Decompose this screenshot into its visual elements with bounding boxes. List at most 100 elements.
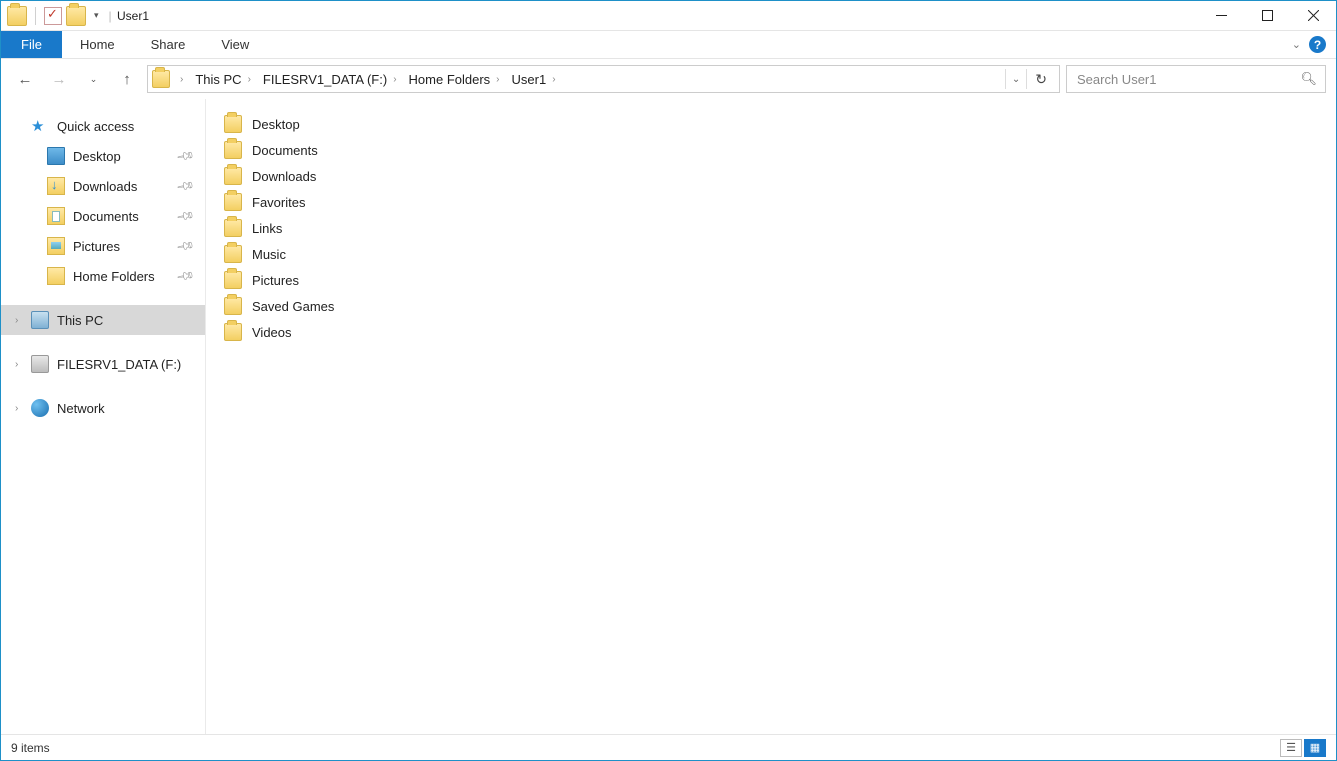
file-tab[interactable]: File	[1, 31, 62, 58]
file-name: Saved Games	[252, 299, 334, 314]
nav-label: Desktop	[73, 149, 121, 164]
desktop-icon	[47, 147, 65, 165]
expand-icon[interactable]: ›	[15, 359, 18, 370]
search-box[interactable]: 🔍︎	[1066, 65, 1326, 93]
address-history-dropdown[interactable]: ⌄	[1005, 69, 1026, 89]
list-item[interactable]: Documents	[224, 137, 1318, 163]
documents-icon	[47, 207, 65, 225]
folder-icon	[224, 245, 242, 263]
large-icons-view-button[interactable]: ▦	[1304, 739, 1326, 757]
nav-this-pc[interactable]: › This PC	[1, 305, 205, 335]
up-button[interactable]: ↑	[113, 65, 141, 93]
downloads-icon	[47, 177, 65, 195]
breadcrumb-root-sep[interactable]: ›	[172, 74, 191, 85]
back-button[interactable]: ←	[11, 65, 39, 93]
expand-icon[interactable]: ›	[15, 315, 18, 326]
pc-icon	[31, 311, 49, 329]
nav-label: Downloads	[73, 179, 137, 194]
tab-share[interactable]: Share	[133, 31, 204, 58]
list-item[interactable]: Saved Games	[224, 293, 1318, 319]
folder-icon	[224, 271, 242, 289]
folder-icon	[224, 167, 242, 185]
pin-icon: 📌︎	[175, 236, 196, 256]
ribbon-tabs: File Home Share View ⌄ ?	[1, 31, 1336, 59]
file-name: Desktop	[252, 117, 300, 132]
navigation-pane[interactable]: ★ Quick access Desktop 📌︎ Downloads 📌︎ D…	[1, 99, 206, 734]
tab-home[interactable]: Home	[62, 31, 133, 58]
app-icon[interactable]	[7, 6, 27, 26]
nav-documents[interactable]: Documents 📌︎	[1, 201, 205, 231]
folder-icon	[224, 323, 242, 341]
list-item[interactable]: Videos	[224, 319, 1318, 345]
file-name: Music	[252, 247, 286, 262]
maximize-button[interactable]	[1244, 1, 1290, 31]
view-buttons: ☰ ▦	[1280, 739, 1326, 757]
list-item[interactable]: Desktop	[224, 111, 1318, 137]
expand-icon[interactable]: ›	[15, 403, 18, 414]
list-item[interactable]: Favorites	[224, 189, 1318, 215]
properties-icon[interactable]	[44, 7, 62, 25]
search-input[interactable]	[1075, 71, 1300, 88]
item-count: 9 items	[11, 741, 50, 755]
refresh-button[interactable]: ↻	[1026, 69, 1055, 89]
folder-icon	[224, 193, 242, 211]
nav-home-folders[interactable]: Home Folders 📌︎	[1, 261, 205, 291]
nav-pictures[interactable]: Pictures 📌︎	[1, 231, 205, 261]
nav-downloads[interactable]: Downloads 📌︎	[1, 171, 205, 201]
list-item[interactable]: Links	[224, 215, 1318, 241]
breadcrumb-user1[interactable]: User1›	[510, 72, 564, 87]
nav-label: Pictures	[73, 239, 120, 254]
nav-network[interactable]: › Network	[1, 393, 205, 423]
nav-drive[interactable]: › FILESRV1_DATA (F:)	[1, 349, 205, 379]
drive-icon	[31, 355, 49, 373]
file-name: Videos	[252, 325, 292, 340]
tab-view[interactable]: View	[203, 31, 267, 58]
status-bar: 9 items ☰ ▦	[1, 734, 1336, 760]
separator	[35, 7, 36, 25]
breadcrumb-home-folders[interactable]: Home Folders›	[407, 72, 508, 87]
folder-icon	[47, 267, 65, 285]
list-item[interactable]: Pictures	[224, 267, 1318, 293]
minimize-button[interactable]	[1198, 1, 1244, 31]
file-name: Links	[252, 221, 282, 236]
breadcrumb-drive[interactable]: FILESRV1_DATA (F:)›	[261, 72, 405, 87]
help-icon[interactable]: ?	[1309, 36, 1326, 53]
recent-locations-button[interactable]: ⌄	[79, 65, 107, 93]
close-button[interactable]	[1290, 1, 1336, 31]
nav-quick-access[interactable]: ★ Quick access	[1, 111, 205, 141]
nav-label: Network	[57, 401, 105, 416]
nav-label: Documents	[73, 209, 139, 224]
nav-label: FILESRV1_DATA (F:)	[57, 357, 181, 372]
nav-label: This PC	[57, 313, 103, 328]
details-view-button[interactable]: ☰	[1280, 739, 1302, 757]
quick-access-toolbar: ▾	[1, 6, 103, 26]
list-item[interactable]: Music	[224, 241, 1318, 267]
pictures-icon	[47, 237, 65, 255]
folder-icon	[224, 219, 242, 237]
nav-desktop[interactable]: Desktop 📌︎	[1, 141, 205, 171]
title-bar: ▾ User1	[1, 1, 1336, 31]
pin-icon: 📌︎	[175, 176, 196, 196]
pin-icon: 📌︎	[175, 206, 196, 226]
pin-icon: 📌︎	[175, 146, 196, 166]
forward-button[interactable]: →	[45, 65, 73, 93]
address-folder-icon	[152, 70, 170, 88]
file-name: Documents	[252, 143, 318, 158]
new-folder-icon[interactable]	[66, 6, 86, 26]
ribbon-expand-icon[interactable]: ⌄	[1292, 38, 1301, 51]
network-icon	[31, 399, 49, 417]
explorer-window: ▾ User1 File Home Share View ⌄ ? ← → ⌄ ↑…	[0, 0, 1337, 761]
qat-dropdown-icon[interactable]: ▾	[90, 10, 103, 21]
file-name: Downloads	[252, 169, 316, 184]
star-icon: ★	[31, 117, 49, 135]
content-pane[interactable]: Desktop Documents Downloads Favorites Li…	[206, 99, 1336, 734]
folder-icon	[224, 115, 242, 133]
list-item[interactable]: Downloads	[224, 163, 1318, 189]
breadcrumb-this-pc[interactable]: This PC›	[193, 72, 259, 87]
address-bar[interactable]: › This PC› FILESRV1_DATA (F:)› Home Fold…	[147, 65, 1060, 93]
window-title: User1	[109, 9, 149, 23]
file-name: Pictures	[252, 273, 299, 288]
search-icon[interactable]: 🔍︎	[1300, 71, 1317, 87]
body: ★ Quick access Desktop 📌︎ Downloads 📌︎ D…	[1, 99, 1336, 734]
window-controls	[1198, 1, 1336, 31]
